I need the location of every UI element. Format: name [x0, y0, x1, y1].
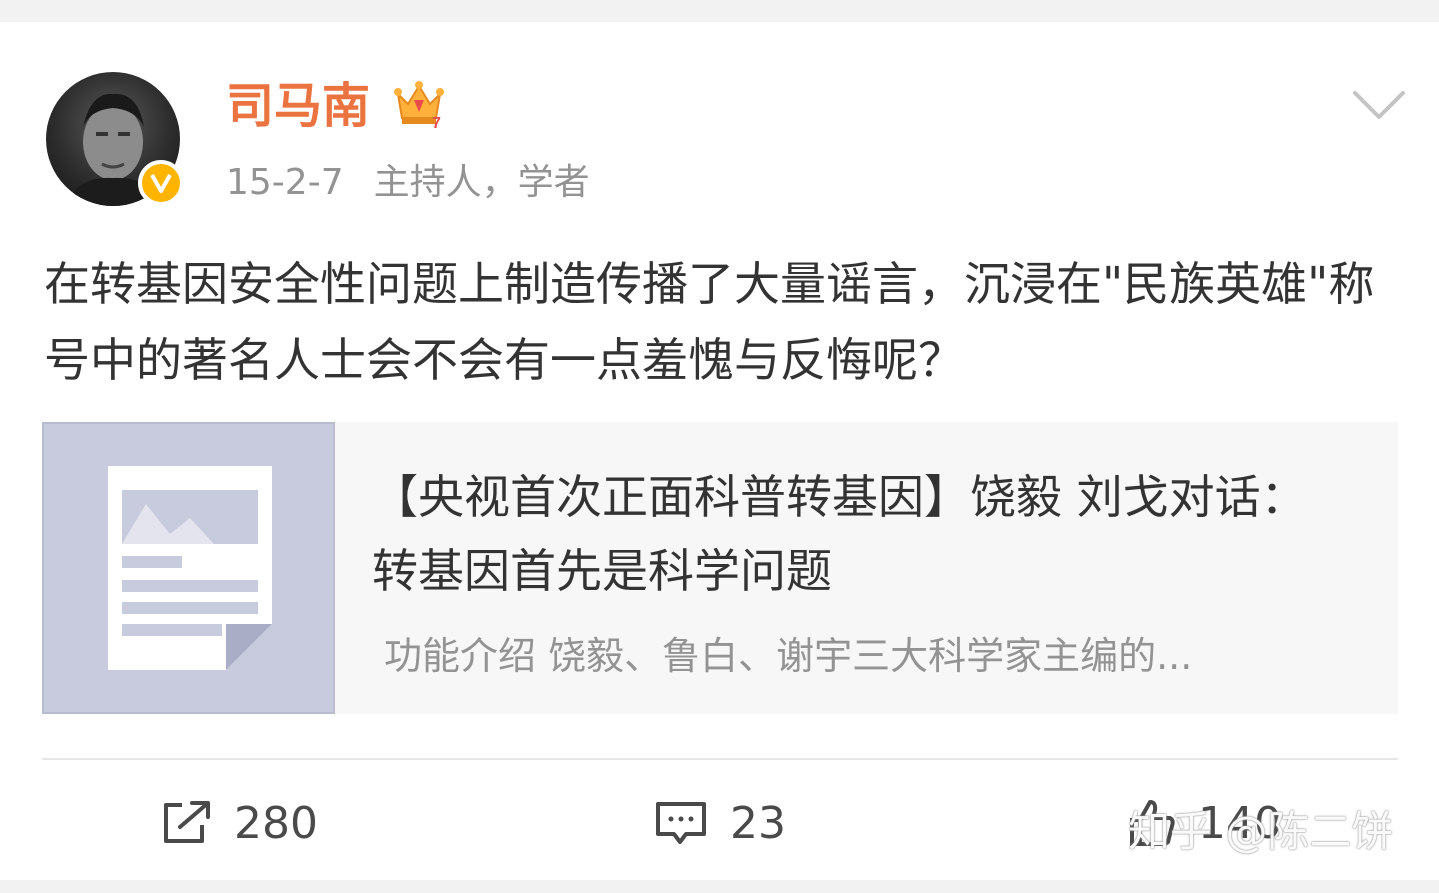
link-card-description: 功能介绍 饶毅、鲁白、谢宇三大科学家主编的...	[384, 634, 1193, 678]
zhihu-watermark: 知乎 @陈二饼	[1128, 807, 1394, 856]
comment-count: 23	[730, 797, 786, 849]
post-text: 在转基因安全性问题上制造传播了大量谣言，沉浸在"民族英雄"称号中的著名人士会不会…	[44, 257, 1375, 387]
repost-button[interactable]: 280	[160, 786, 318, 860]
repost-count: 280	[234, 797, 318, 849]
verified-title: 主持人，学者	[373, 162, 590, 203]
username[interactable]: 司马南	[226, 76, 370, 136]
link-card-title: 【央视首次正面科普转基因】饶毅 刘戈对话：转基因首先是科学问题	[372, 470, 1307, 598]
post-date[interactable]: 15-2-7	[226, 162, 344, 203]
chevron-down-icon[interactable]	[1352, 88, 1406, 122]
link-card[interactable]: 【央视首次正面科普转基因】饶毅 刘戈对话：转基因首先是科学问题 功能介绍 饶毅、…	[42, 422, 1398, 714]
repost-icon	[164, 801, 210, 843]
comment-button[interactable]: 23	[654, 786, 786, 860]
divider	[42, 758, 1398, 760]
crown-icon: 7	[394, 81, 444, 130]
post-meta: 15-2-7 主持人，学者	[226, 160, 590, 206]
svg-text:7: 7	[432, 115, 441, 130]
comment-icon	[656, 802, 706, 844]
verified-badge-icon	[138, 160, 184, 206]
image-placeholder-icon	[42, 422, 335, 714]
